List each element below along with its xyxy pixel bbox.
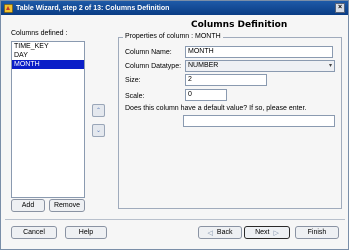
columns-defined-label: Columns defined : <box>11 30 68 37</box>
list-item-day[interactable]: DAY <box>12 51 84 60</box>
list-item-time-key[interactable]: TIME_KEY <box>12 42 84 51</box>
back-button-label: Back <box>216 229 233 236</box>
column-name-input[interactable]: MONTH <box>185 46 333 58</box>
wizard-app-icon <box>4 3 13 13</box>
help-button[interactable]: Help <box>65 226 107 239</box>
back-button[interactable]: ◁ Back <box>198 226 242 239</box>
remove-button[interactable]: Remove <box>49 199 85 212</box>
column-datatype-value: NUMBER <box>188 62 219 69</box>
title-bar[interactable]: Table Wizard, step 2 of 13: Columns Defi… <box>1 1 348 15</box>
next-button-label: Next <box>255 229 270 236</box>
move-up-button[interactable]: ⌃ <box>92 104 105 117</box>
size-input[interactable]: 2 <box>185 74 267 86</box>
size-label: Size: <box>125 77 141 84</box>
next-button[interactable]: Next ▷ <box>244 226 290 239</box>
move-down-button[interactable]: ⌄ <box>92 124 105 137</box>
finish-button[interactable]: Finish <box>295 226 339 239</box>
add-button[interactable]: Add <box>11 199 45 212</box>
back-arrow-icon: ◁ <box>207 229 213 237</box>
next-arrow-icon: ▷ <box>273 229 279 237</box>
footer-divider <box>5 219 345 220</box>
chevron-down-icon: ▾ <box>328 63 332 69</box>
chevron-up-icon: ⌃ <box>95 108 102 114</box>
page-heading: Columns Definition <box>191 20 288 30</box>
window-title: Table Wizard, step 2 of 13: Columns Defi… <box>16 4 170 12</box>
column-datatype-label: Column Datatype: <box>125 63 182 70</box>
scale-input[interactable]: 0 <box>185 89 227 101</box>
column-datatype-select[interactable]: NUMBER ▾ <box>185 60 335 72</box>
default-value-question: Does this column have a default value? I… <box>125 105 307 112</box>
list-item-month[interactable]: MONTH <box>12 60 84 69</box>
chevron-down-icon: ⌄ <box>95 128 102 134</box>
window-close-button[interactable]: × <box>335 3 345 13</box>
table-wizard-window: Table Wizard, step 2 of 13: Columns Defi… <box>0 0 349 250</box>
scale-label: Scale: <box>125 93 145 100</box>
cancel-button[interactable]: Cancel <box>11 226 57 239</box>
column-name-label: Column Name: <box>125 49 172 56</box>
column-properties-group-label: Properties of column : MONTH <box>123 33 223 40</box>
columns-listbox[interactable]: TIME_KEY DAY MONTH <box>11 41 85 198</box>
default-value-input[interactable] <box>183 115 335 127</box>
close-icon: × <box>337 4 343 11</box>
